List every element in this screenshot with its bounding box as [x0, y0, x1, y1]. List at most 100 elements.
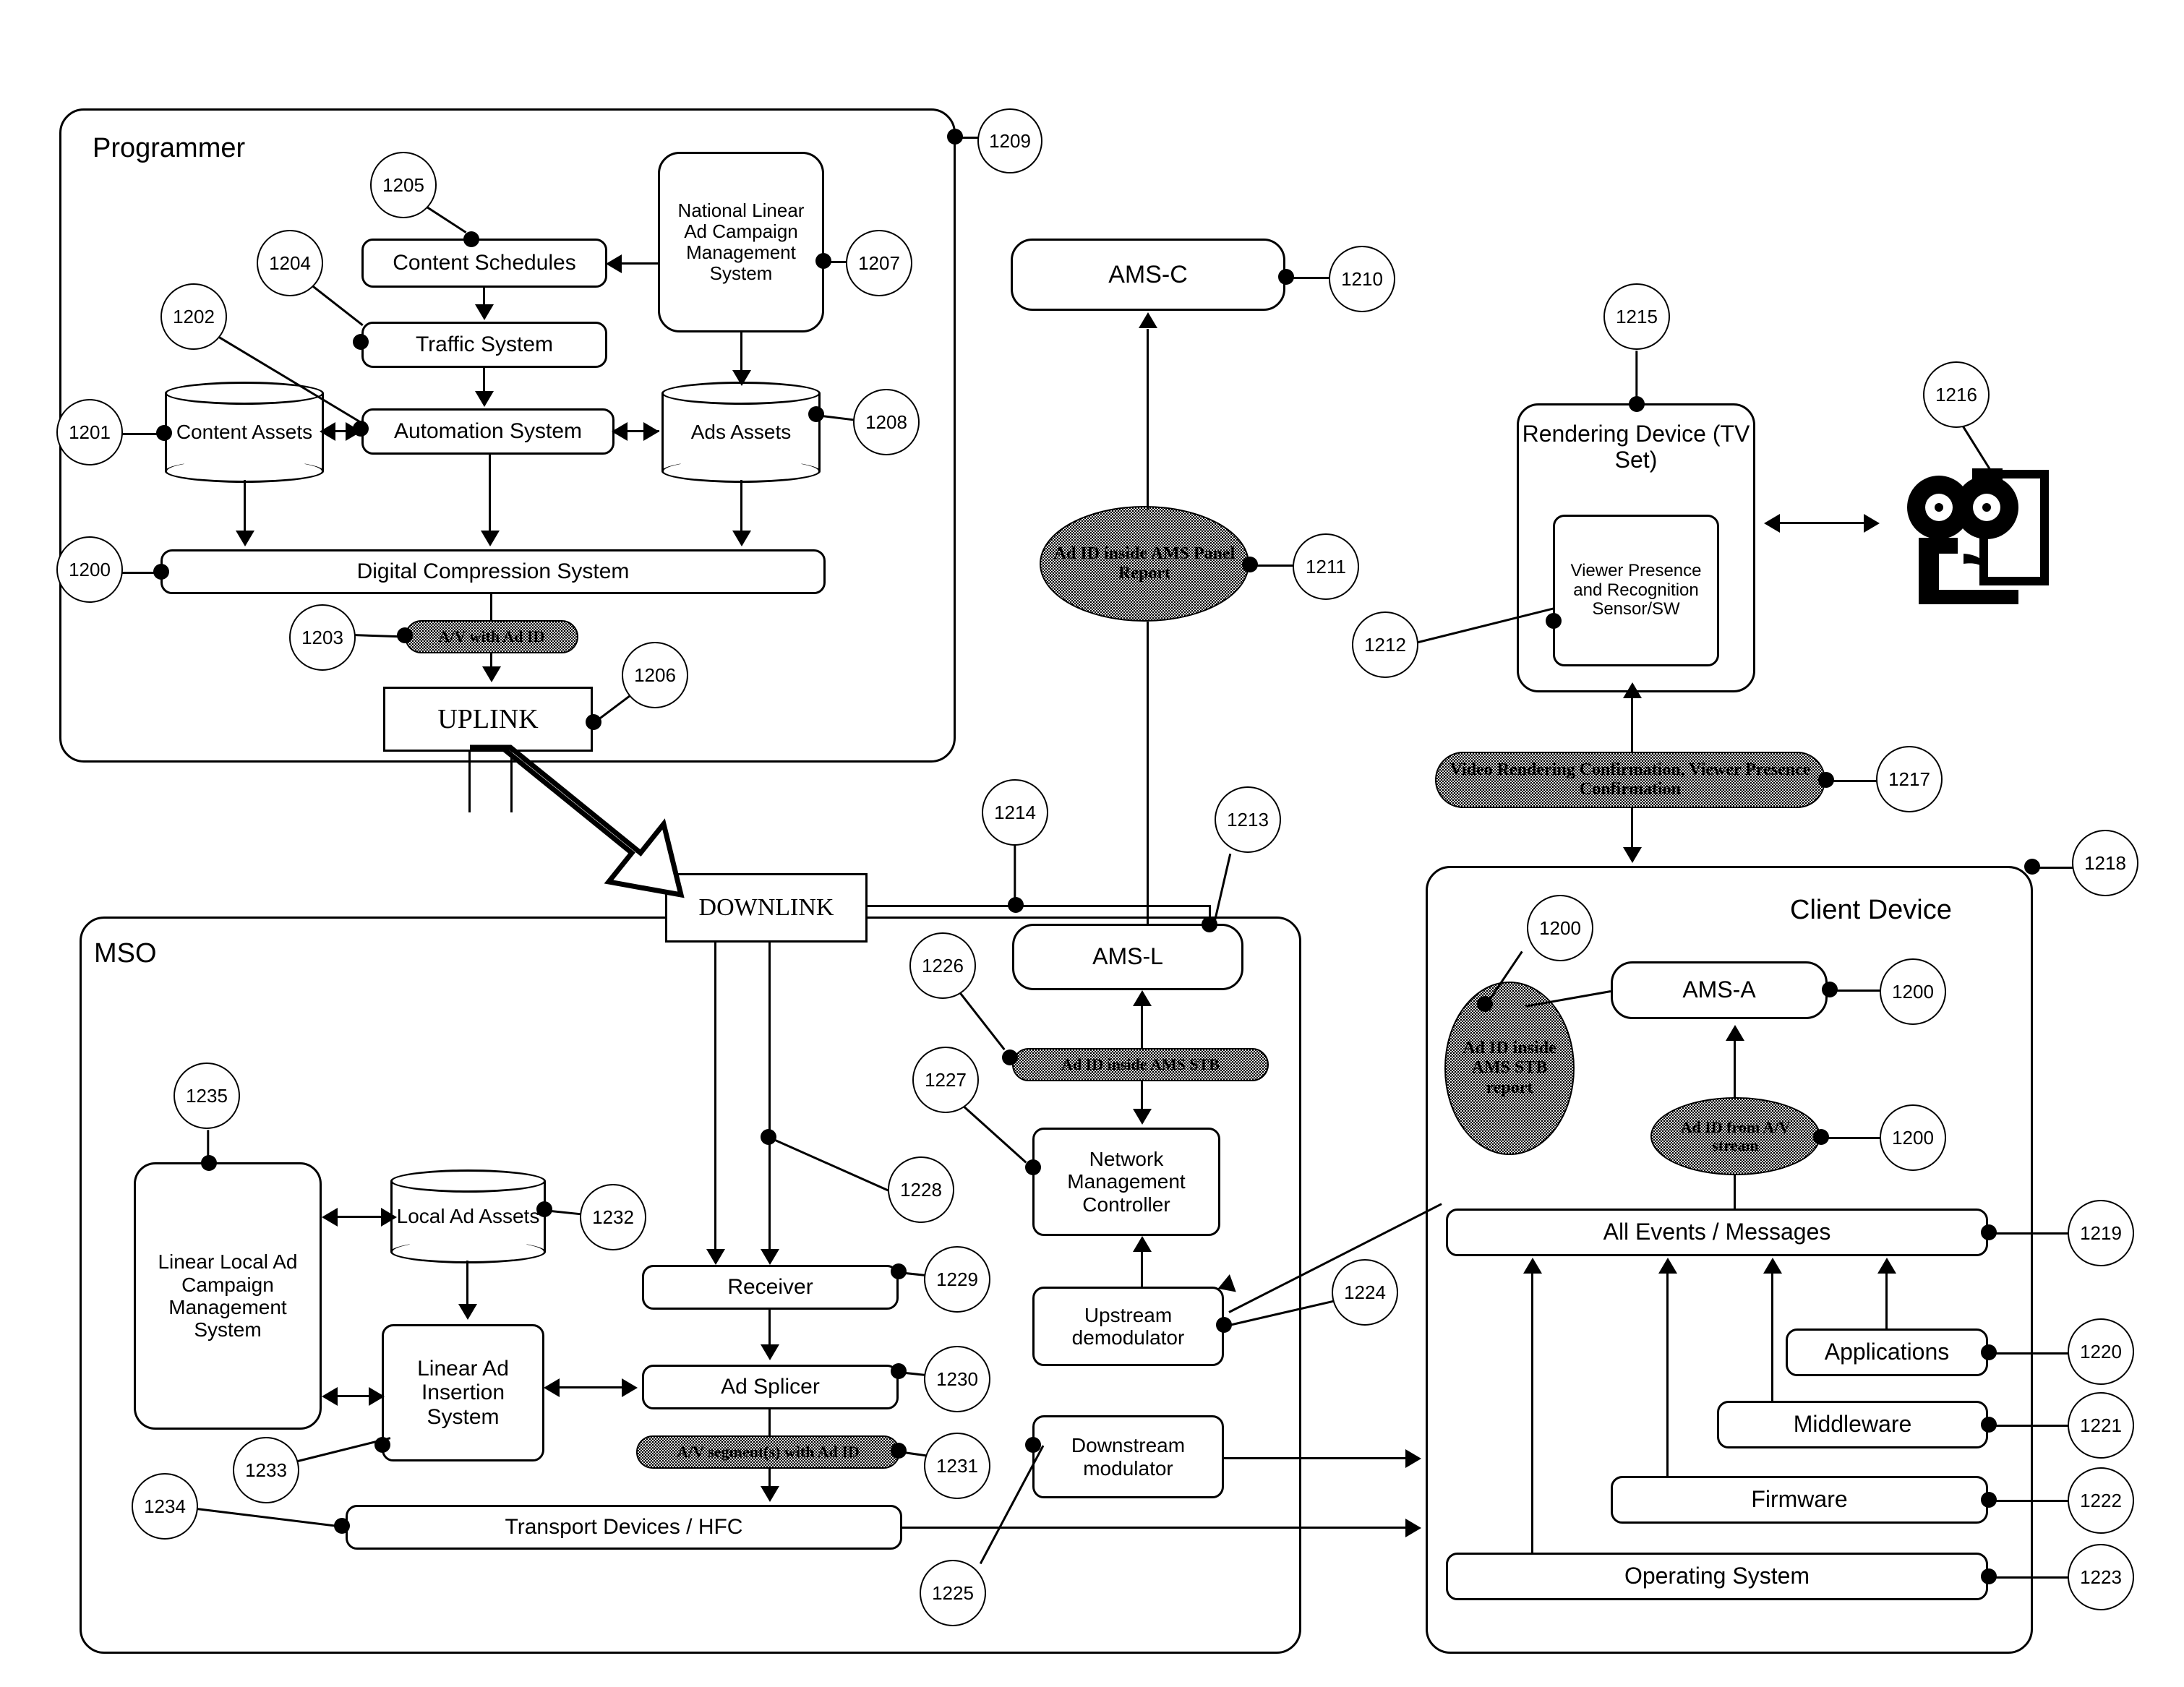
refdot-1232 — [536, 1201, 552, 1217]
node-upstream-demodulator[interactable]: Upstream demodulator — [1032, 1287, 1224, 1366]
refdot-1200d — [1813, 1129, 1829, 1145]
arrowhead-amsl-in — [1133, 990, 1152, 1006]
message-av-segments-with-ad-id-label: A/V segment(s) with Ad ID — [677, 1443, 860, 1461]
refdot-1221 — [1981, 1417, 1997, 1433]
message-ad-id-inside-ams-panel-report-label: Ad ID inside AMS Panel Report — [1053, 544, 1236, 583]
message-video-rendering-confirmation: Video Rendering Confirmation, Viewer Pre… — [1435, 752, 1825, 808]
message-ad-id-from-av-stream-label: Ad ID from A/V stream — [1680, 1117, 1791, 1154]
node-ad-splicer[interactable]: Ad Splicer — [642, 1365, 899, 1409]
ref-1205: 1205 — [370, 152, 437, 218]
node-firmware[interactable]: Firmware — [1611, 1476, 1988, 1524]
node-content-schedules[interactable]: Content Schedules — [361, 239, 607, 288]
ref-1200a: 1200 — [56, 536, 123, 603]
node-national-linear-ad-campaign-management-system[interactable]: National Linear Ad Campaign Management S… — [658, 152, 824, 332]
node-middleware[interactable]: Middleware — [1717, 1401, 1988, 1448]
group-programmer-label: Programmer — [93, 133, 246, 163]
ads-assets-label: Ads Assets — [690, 421, 792, 444]
connector-traffic-automation — [483, 368, 485, 392]
ref-1221: 1221 — [2068, 1392, 2134, 1459]
arrowhead-localassets-in-left — [381, 1208, 397, 1227]
downlink-leg-right — [768, 943, 771, 1261]
node-downstream-modulator[interactable]: Downstream modulator — [1032, 1415, 1224, 1498]
ref-1232: 1232 — [580, 1184, 646, 1250]
message-ad-id-inside-ams-stb-report-label: Ad ID inside AMS STB report — [1463, 1038, 1556, 1097]
node-ams-a[interactable]: AMS-A — [1611, 961, 1828, 1019]
ref-1235: 1235 — [174, 1063, 240, 1129]
arrowhead-automation-in-right — [612, 422, 628, 441]
arrowhead-content-schedules-in — [606, 254, 622, 273]
refdot-1204 — [353, 334, 369, 350]
node-linear-local-ad-campaign-management-system[interactable]: Linear Local Ad Campaign Management Syst… — [134, 1162, 322, 1430]
arrowhead-compression-in-left — [236, 531, 254, 546]
arrowhead-amsc-in — [1139, 312, 1157, 328]
ref-1207: 1207 — [846, 230, 912, 296]
arrowhead-adsplicer-in-left — [622, 1378, 638, 1397]
node-applications[interactable]: Applications — [1786, 1328, 1988, 1376]
node-linear-ad-insertion-system[interactable]: Linear Ad Insertion System — [382, 1324, 544, 1461]
message-ad-id-inside-ams-stb: Ad ID inside AMS STB — [1012, 1048, 1269, 1081]
arrowhead-ads-assets-in-left — [643, 422, 659, 441]
connector-os-allevents — [1531, 1274, 1533, 1554]
node-uplink[interactable]: UPLINK — [383, 687, 593, 752]
node-ams-c[interactable]: AMS-C — [1011, 239, 1285, 311]
node-receiver[interactable]: Receiver — [642, 1265, 899, 1310]
refdot-1222 — [1981, 1492, 1997, 1508]
node-content-assets[interactable]: Content Assets — [165, 382, 324, 483]
connector-firmware-allevents — [1666, 1274, 1669, 1477]
refdot-1210 — [1278, 269, 1294, 285]
arrowhead-viewer-in — [1864, 514, 1880, 533]
ref-1225: 1225 — [920, 1560, 986, 1626]
refdot-1206 — [586, 714, 601, 730]
refline-1221 — [1989, 1425, 2070, 1427]
refdot-1224 — [1216, 1317, 1232, 1333]
node-ads-assets[interactable]: Ads Assets — [661, 382, 821, 483]
refdot-1200a — [153, 564, 169, 580]
ref-1234: 1234 — [132, 1473, 198, 1540]
node-all-events-messages[interactable]: All Events / Messages — [1446, 1209, 1988, 1256]
node-ams-l[interactable]: AMS-L — [1012, 924, 1243, 990]
refdot-1219 — [1981, 1224, 1997, 1240]
arrowhead-nmc-in — [1133, 1109, 1152, 1125]
connector-upstream-nmc — [1141, 1252, 1143, 1287]
node-digital-compression-system[interactable]: Digital Compression System — [160, 549, 826, 594]
ref-1220: 1220 — [2068, 1318, 2134, 1385]
refline-1201 — [121, 433, 160, 435]
refdot-1230 — [891, 1363, 907, 1379]
refdot-1209 — [947, 129, 963, 145]
arrowhead-client-in-bottom — [1405, 1519, 1421, 1537]
node-traffic-system[interactable]: Traffic System — [361, 322, 607, 368]
ref-1204: 1204 — [257, 230, 323, 296]
message-av-with-ad-id-label: A/V with Ad ID — [438, 627, 545, 646]
ref-1230: 1230 — [924, 1346, 990, 1412]
ref-1217: 1217 — [1876, 746, 1943, 812]
ref-1203: 1203 — [289, 604, 356, 671]
group-mso-label: MSO — [94, 938, 157, 969]
connector-localassets-insertion — [466, 1261, 468, 1305]
connector-applications-allevents — [1885, 1274, 1888, 1330]
refdot-1217 — [1818, 772, 1834, 788]
node-automation-system[interactable]: Automation System — [361, 408, 614, 455]
refline-1220 — [1989, 1352, 2070, 1355]
refdot-1226 — [1002, 1049, 1018, 1065]
connector-allevents-avstream — [1734, 1174, 1736, 1210]
node-transport-devices-hfc[interactable]: Transport Devices / HFC — [346, 1505, 902, 1550]
refdot-1235 — [201, 1155, 217, 1171]
arrowhead-rendering-in-bottom — [1623, 682, 1642, 698]
arrowhead-receiver-in-b — [761, 1249, 779, 1265]
node-local-ad-assets[interactable]: Local Ad Assets — [390, 1169, 546, 1263]
refline-1200d — [1821, 1137, 1882, 1139]
connector-automation-compression — [489, 455, 491, 532]
arrowhead-client-in-mid — [1405, 1449, 1421, 1468]
ref-1213: 1213 — [1215, 786, 1281, 853]
node-operating-system[interactable]: Operating System — [1446, 1553, 1988, 1600]
node-network-management-controller[interactable]: Network Management Controller — [1032, 1128, 1220, 1236]
connector-confirm-client-down — [1631, 808, 1633, 850]
ref-1215: 1215 — [1603, 283, 1670, 350]
ref-1202: 1202 — [160, 283, 227, 350]
refdot-1200c — [1822, 982, 1838, 997]
refline-1213 — [1213, 854, 1232, 925]
node-viewer-presence-recognition-sensor[interactable]: Viewer Presence and Recognition Sensor/S… — [1553, 515, 1719, 666]
ref-1231: 1231 — [924, 1433, 990, 1499]
refdot-1213 — [1202, 917, 1217, 932]
ref-1200b: 1200 — [1527, 895, 1593, 961]
